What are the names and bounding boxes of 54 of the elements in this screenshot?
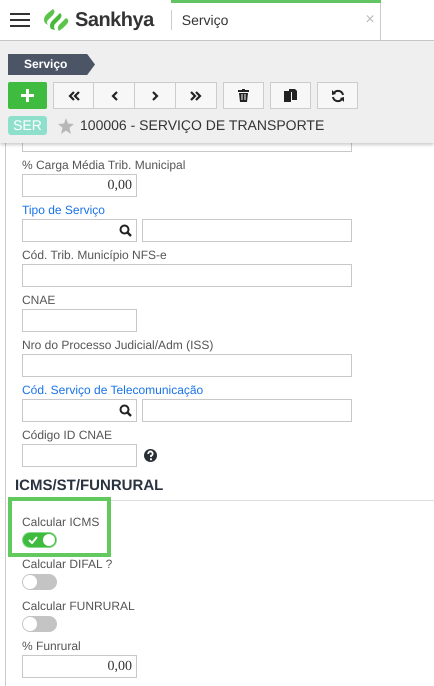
toggle-switch[interactable] <box>22 574 57 590</box>
app-name: Sankhya <box>75 8 154 33</box>
input-field[interactable]: 0,00 <box>22 174 137 197</box>
field-label: Nro do Processo Judicial/Adm (ISS) <box>22 339 214 352</box>
star-icon[interactable] <box>58 118 74 134</box>
menu-icon[interactable] <box>10 12 30 28</box>
field-label: Cód. Trib. Município NFS-e <box>22 249 168 262</box>
next-button[interactable] <box>135 82 176 109</box>
input-field[interactable] <box>22 444 137 467</box>
section-heading: ICMS/ST/FUNRURAL <box>15 477 164 495</box>
last-button[interactable] <box>176 82 217 109</box>
first-button[interactable] <box>53 82 94 109</box>
copy-button[interactable] <box>270 82 311 109</box>
trash-icon <box>238 89 249 102</box>
check-icon <box>28 536 38 544</box>
toggle-switch[interactable] <box>22 616 57 632</box>
double-chevron-left-icon <box>68 90 80 100</box>
field-label: Calcular DIFAL ? <box>22 558 112 571</box>
plus-icon <box>21 89 34 102</box>
breadcrumb[interactable]: Serviço <box>8 54 95 75</box>
delete-button[interactable] <box>223 82 264 109</box>
chevron-left-icon <box>110 90 118 100</box>
toggle-switch[interactable] <box>22 532 57 548</box>
field-label: CNAE <box>22 294 56 307</box>
input-field[interactable] <box>22 143 352 152</box>
logo-icon <box>42 9 70 31</box>
input-field[interactable] <box>142 219 352 242</box>
input-field[interactable] <box>22 309 137 332</box>
field-label: Tipo de Serviço <box>22 204 106 217</box>
field-label: % Carga Média Trib. Municipal <box>22 159 186 172</box>
help-icon[interactable] <box>144 449 157 462</box>
tab-label: Serviço <box>182 10 228 30</box>
add-button[interactable] <box>8 82 47 109</box>
search-icon[interactable] <box>119 224 132 237</box>
record-title: 100006 - SERVIÇO DE TRANSPORTE <box>80 116 324 135</box>
refresh-button[interactable] <box>317 82 358 109</box>
double-chevron-right-icon <box>190 90 202 100</box>
search-icon[interactable] <box>119 404 132 417</box>
input-field[interactable] <box>22 219 137 242</box>
field-label: Cód. Serviço de Telecomunicação <box>22 384 204 397</box>
field-label: % Funrural <box>22 640 82 653</box>
previous-button[interactable] <box>94 82 135 109</box>
field-label: Calcular FUNRURAL <box>22 600 135 613</box>
input-field[interactable] <box>22 399 137 422</box>
refresh-icon <box>330 88 344 102</box>
field-label: Calcular ICMS <box>22 516 100 529</box>
input-field[interactable] <box>22 354 352 377</box>
input-field[interactable] <box>142 399 352 422</box>
field-label: Código ID CNAE <box>22 429 114 442</box>
badge: SER <box>8 116 47 135</box>
input-field[interactable] <box>22 264 352 287</box>
copy-icon <box>284 89 297 102</box>
chevron-right-icon <box>152 90 158 100</box>
input-field[interactable]: 0,00 <box>22 655 137 678</box>
